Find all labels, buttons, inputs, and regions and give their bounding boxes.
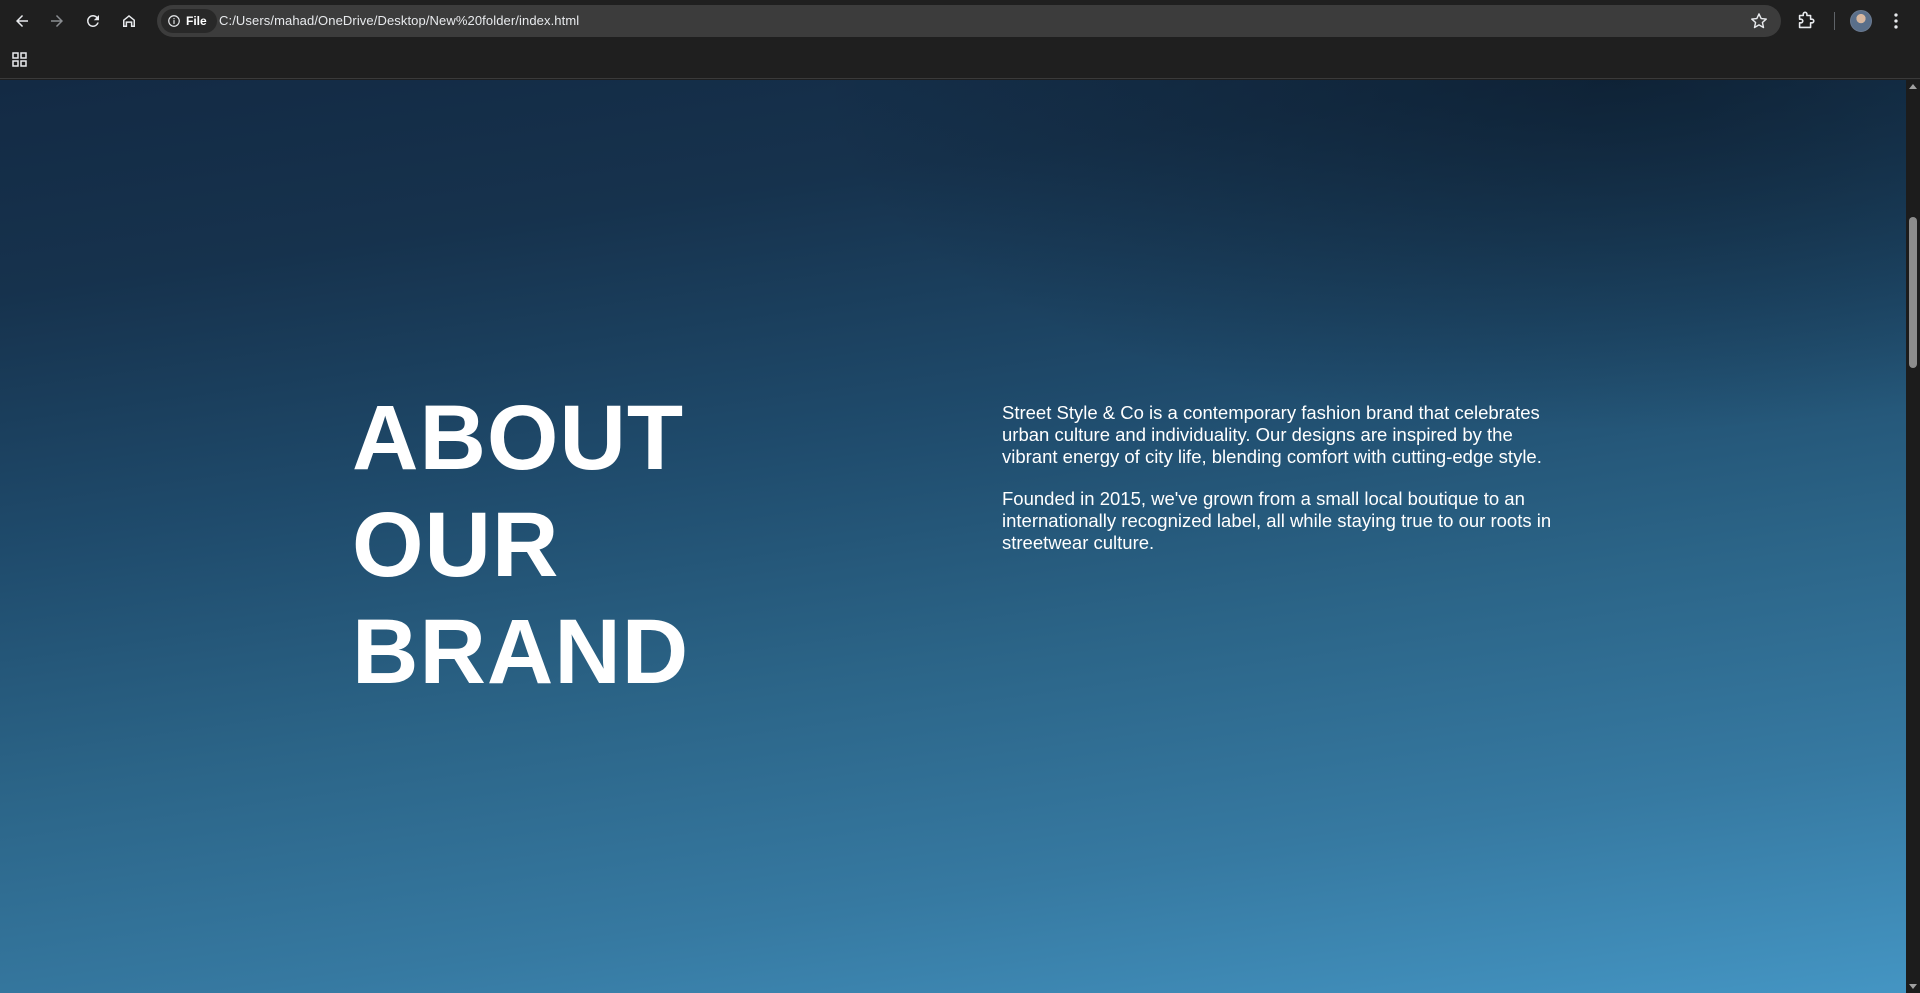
home-button[interactable] (115, 7, 143, 35)
reload-icon (87, 14, 99, 27)
about-paragraph-2: Founded in 2015, we've grown from a smal… (1002, 488, 1552, 553)
profile-avatar[interactable] (1850, 10, 1872, 32)
reload-button[interactable] (79, 7, 107, 35)
about-title: ABOUT OUR BRAND (352, 387, 690, 703)
page-scrollbar[interactable] (1906, 80, 1920, 993)
site-info-chip[interactable]: File (161, 9, 217, 33)
forward-button[interactable] (43, 7, 71, 35)
extensions-button[interactable] (1795, 10, 1817, 32)
about-paragraph-1: Street Style & Co is a contemporary fash… (1002, 402, 1542, 467)
forward-icon (51, 15, 63, 27)
back-button[interactable] (8, 7, 36, 35)
scroll-up-arrow-icon[interactable] (1909, 83, 1917, 91)
back-icon (16, 15, 28, 27)
url-text[interactable]: C:/Users/mahad/OneDrive/Desktop/New%20fo… (219, 13, 579, 28)
about-description: Street Style & Co is a contemporary fash… (1002, 402, 1567, 574)
address-bar[interactable]: File C:/Users/mahad/OneDrive/Desktop/New… (157, 5, 1781, 37)
extensions-icon (1798, 11, 1815, 29)
site-chip-label: File (186, 14, 207, 28)
scrollbar-thumb[interactable] (1909, 217, 1917, 368)
apps-button[interactable] (10, 50, 30, 70)
browser-toolbar: File C:/Users/mahad/OneDrive/Desktop/New… (0, 0, 1920, 42)
star-icon (1751, 13, 1767, 29)
more-menu-button[interactable] (1885, 10, 1907, 32)
scroll-down-arrow-icon[interactable] (1909, 982, 1917, 990)
more-menu-icon (1894, 13, 1898, 29)
bookmarks-bar (0, 42, 1920, 79)
toolbar-divider (1834, 12, 1835, 30)
home-icon (123, 15, 135, 27)
page-viewport: ABOUT OUR BRAND Street Style & Co is a c… (0, 80, 1906, 993)
info-icon (168, 15, 180, 27)
apps-icon (12, 52, 27, 67)
bookmark-star-button[interactable] (1749, 11, 1769, 31)
